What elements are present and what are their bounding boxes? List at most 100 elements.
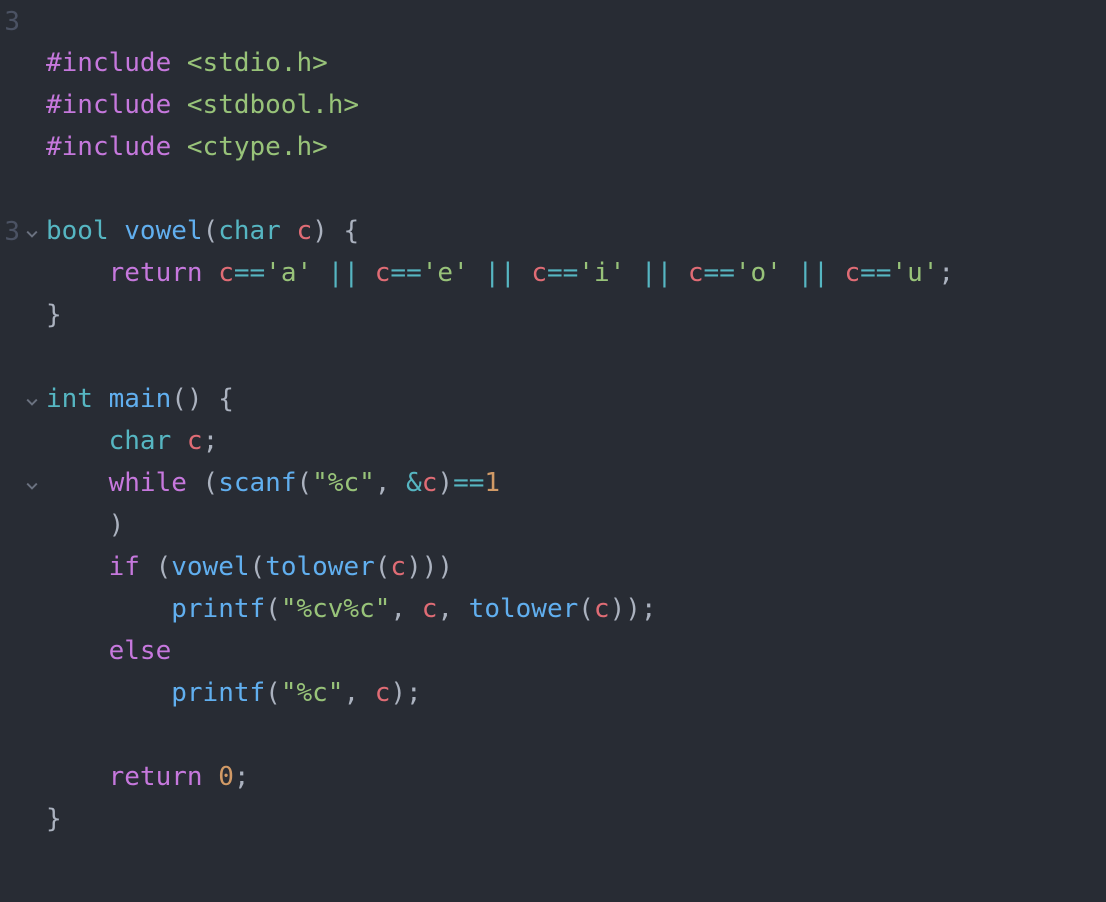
code-token	[829, 258, 845, 288]
code-token: c	[297, 216, 313, 246]
code-token	[93, 384, 109, 414]
code-token: char	[218, 216, 281, 246]
code-token: "%cv%c"	[281, 594, 391, 624]
code-line[interactable]	[46, 714, 1106, 756]
code-line[interactable]: printf("%cv%c", c, tolower(c));	[46, 588, 1106, 630]
code-token: ,	[437, 594, 468, 624]
code-line[interactable]: )	[46, 504, 1106, 546]
code-token: (	[578, 594, 594, 624]
code-editor[interactable]: 3 3 #include <stdio.h>#include <stdbool.…	[0, 0, 1106, 902]
gutter-row	[0, 168, 38, 210]
code-token: tolower	[469, 594, 579, 624]
code-token: ,	[343, 678, 374, 708]
code-token: );	[390, 678, 421, 708]
code-token: ;	[234, 762, 250, 792]
chevron-down-icon[interactable]	[24, 463, 38, 505]
chevron-down-icon[interactable]	[24, 379, 38, 421]
code-token: &	[406, 468, 422, 498]
code-line[interactable]	[46, 336, 1106, 378]
code-area[interactable]: #include <stdio.h>#include <stdbool.h>#i…	[38, 0, 1106, 902]
code-token: main	[109, 384, 172, 414]
gutter-row	[0, 840, 38, 882]
code-line[interactable]: int main() {	[46, 378, 1106, 420]
code-line[interactable]: #include <stdio.h>	[46, 42, 1106, 84]
code-token: ));	[610, 594, 657, 624]
gutter-row: 3	[0, 210, 38, 252]
code-token: c	[422, 468, 438, 498]
code-token: c	[375, 258, 391, 288]
line-number: 3	[2, 1, 20, 43]
gutter-row	[0, 672, 38, 714]
code-token: (	[140, 552, 171, 582]
code-token: 'a'	[265, 258, 312, 288]
code-token: #include	[46, 90, 187, 120]
code-token: char	[109, 426, 172, 456]
code-token	[625, 258, 641, 288]
code-token	[171, 426, 187, 456]
chevron-down-icon[interactable]	[24, 211, 38, 253]
code-token: c	[390, 552, 406, 582]
code-token: <stdbool.h>	[187, 90, 359, 120]
code-token: <stdio.h>	[187, 48, 328, 78]
code-line[interactable]: printf("%c", c);	[46, 672, 1106, 714]
code-token	[782, 258, 798, 288]
code-token: if	[109, 552, 140, 582]
code-token	[312, 258, 328, 288]
code-token: tolower	[265, 552, 375, 582]
gutter: 3 3	[0, 0, 38, 902]
code-token: ||	[484, 258, 515, 288]
code-token: (	[297, 468, 313, 498]
gutter-row	[0, 42, 38, 84]
code-line[interactable]: char c;	[46, 420, 1106, 462]
code-line[interactable]: #include <stdbool.h>	[46, 84, 1106, 126]
gutter-row	[0, 378, 38, 420]
code-line[interactable]	[46, 168, 1106, 210]
code-token: )))	[406, 552, 453, 582]
code-token	[469, 258, 485, 288]
code-token: #include	[46, 132, 187, 162]
gutter-row	[0, 252, 38, 294]
code-token: else	[109, 636, 172, 666]
code-token	[46, 594, 171, 624]
code-line[interactable]: else	[46, 630, 1106, 672]
code-line[interactable]: if (vowel(tolower(c)))	[46, 546, 1106, 588]
code-token	[46, 552, 109, 582]
code-token: 0	[218, 762, 234, 792]
code-line[interactable]: return c=='a' || c=='e' || c=='i' || c==…	[46, 252, 1106, 294]
code-token: c	[187, 426, 203, 456]
code-token: ==	[234, 258, 265, 288]
code-token: c	[531, 258, 547, 288]
code-line[interactable]: bool vowel(char c) {	[46, 210, 1106, 252]
gutter-row	[0, 420, 38, 462]
code-token: }	[46, 804, 62, 834]
code-line[interactable]	[46, 840, 1106, 882]
code-token: #include	[46, 48, 187, 78]
code-token: return	[109, 258, 203, 288]
code-token: vowel	[124, 216, 202, 246]
code-token: ||	[641, 258, 672, 288]
code-token: c	[422, 594, 438, 624]
code-token	[46, 636, 109, 666]
code-token	[46, 468, 109, 498]
code-token: ==	[860, 258, 891, 288]
code-token: 'o'	[735, 258, 782, 288]
code-token: ;	[938, 258, 954, 288]
code-token: )	[46, 510, 124, 540]
gutter-row	[0, 462, 38, 504]
code-token	[516, 258, 532, 288]
code-token: printf	[171, 678, 265, 708]
code-token: (	[250, 552, 266, 582]
code-line[interactable]: while (scanf("%c", &c)==1	[46, 462, 1106, 504]
code-token: c	[218, 258, 234, 288]
code-line[interactable]: #include <ctype.h>	[46, 126, 1106, 168]
code-line[interactable]: }	[46, 294, 1106, 336]
code-token	[672, 258, 688, 288]
code-line[interactable]: return 0;	[46, 756, 1106, 798]
code-token: scanf	[218, 468, 296, 498]
code-line[interactable]	[46, 0, 1106, 42]
code-token: printf	[171, 594, 265, 624]
gutter-row	[0, 504, 38, 546]
code-line[interactable]: }	[46, 798, 1106, 840]
code-token: "%c"	[312, 468, 375, 498]
code-token: int	[46, 384, 93, 414]
